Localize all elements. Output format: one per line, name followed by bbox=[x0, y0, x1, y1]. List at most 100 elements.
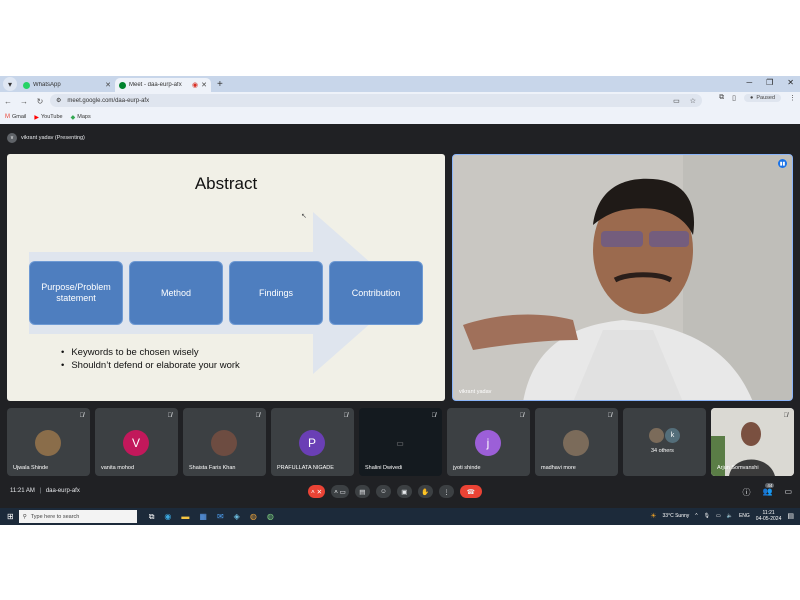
volume-icon: 🔈 bbox=[726, 513, 733, 519]
chrome-icon[interactable]: ◍ bbox=[250, 512, 257, 522]
profile-status: Paused bbox=[756, 95, 775, 101]
mic-off-icon: 🎙̸ bbox=[607, 413, 613, 419]
participant-tile[interactable]: 🎙̸ P PRAFULLATA NIGADE bbox=[271, 408, 354, 476]
more-vert-icon: ⋮ bbox=[443, 488, 450, 496]
language-indicator[interactable]: ENG bbox=[739, 513, 750, 519]
leave-call-button[interactable]: ☎ bbox=[459, 485, 482, 498]
participant-name: Shalini Dwivedi bbox=[365, 465, 403, 471]
tab-search-icon[interactable]: ▾ bbox=[3, 77, 17, 91]
back-icon[interactable]: ← bbox=[0, 97, 16, 106]
participant-tile-others[interactable]: k 34 others bbox=[623, 408, 706, 476]
bookmark-star-icon[interactable]: ☆ bbox=[690, 97, 696, 105]
participant-tile[interactable]: 🎙̸ madhavi more bbox=[535, 408, 618, 476]
call-controls: ˄ ✕ ˄ ▭ ▤ ☺ ▣ ✋ ⋮ ☎ bbox=[308, 485, 482, 498]
participant-name: jyoti shinde bbox=[453, 465, 481, 471]
bookmark-gmail[interactable]: M Gmail bbox=[5, 114, 26, 120]
close-window-icon[interactable]: ✕ bbox=[787, 78, 794, 87]
app-icon[interactable]: ◈ bbox=[234, 512, 240, 522]
video-icon: ▭ bbox=[396, 438, 404, 448]
store-icon[interactable]: ▦ bbox=[199, 512, 207, 522]
whatsapp-icon bbox=[23, 81, 30, 89]
window-controls: ─ ❐ ✕ bbox=[746, 78, 794, 87]
people-icon[interactable]: 👥 44 bbox=[762, 483, 775, 498]
more-options-button[interactable]: ⋮ bbox=[438, 485, 454, 498]
close-icon[interactable]: ✕ bbox=[105, 81, 111, 89]
chat-icon[interactable]: ▭ bbox=[784, 487, 792, 498]
system-tray: ☀ 33°C Sunny ^ 🎙 ▭ 🔈 ENG 11:21 04-05-202… bbox=[650, 510, 794, 522]
profile-button[interactable]: ● Paused bbox=[744, 94, 781, 102]
notification-icon[interactable]: ▤ bbox=[787, 512, 794, 520]
task-view-icon[interactable]: ⧉ bbox=[149, 512, 155, 522]
forward-icon[interactable]: → bbox=[16, 97, 32, 106]
participant-tile[interactable]: 🎙̸ Arjun Somvanshi bbox=[711, 408, 794, 476]
participant-tile[interactable]: 🎙̸ Shaista Faris Khan bbox=[183, 408, 266, 476]
camera-icon[interactable]: ▭ bbox=[673, 97, 680, 105]
browser-toolbar: ← → ↻ ⚙ meet.google.com/daa-eurp-afx ▭ ☆… bbox=[0, 92, 800, 110]
slide-box-purpose: Purpose/Problem statement bbox=[29, 261, 123, 325]
reload-icon[interactable]: ↻ bbox=[32, 97, 48, 106]
weather-text[interactable]: 33°C Sunny bbox=[663, 513, 690, 519]
participant-tile[interactable]: 🎙̸ j jyoti shinde bbox=[447, 408, 530, 476]
participant-tile[interactable]: 🎙̸ ▭ Shalini Dwivedi bbox=[359, 408, 442, 476]
mic-icon: 🎙 bbox=[703, 513, 710, 519]
presented-slide[interactable]: Abstract Purpose/Problem statement Metho… bbox=[7, 154, 445, 401]
bookmarks-bar: M Gmail ▶ YouTube ◆ Maps bbox=[0, 110, 800, 124]
minimize-icon[interactable]: ─ bbox=[746, 78, 752, 87]
camera-button[interactable]: ˄ ▭ bbox=[331, 485, 349, 498]
present-icon: ▣ bbox=[401, 488, 408, 496]
address-bar[interactable]: ⚙ meet.google.com/daa-eurp-afx ▭ ☆ bbox=[50, 94, 702, 107]
tray-chevron-icon[interactable]: ^ bbox=[695, 513, 697, 519]
new-tab-icon[interactable]: + bbox=[217, 79, 223, 90]
bookmark-maps[interactable]: ◆ Maps bbox=[71, 114, 91, 121]
microphone-button[interactable]: ˄ ✕ bbox=[308, 485, 326, 498]
avatar: v bbox=[7, 133, 17, 143]
speaker-video[interactable]: ▮▮ vikrant yadav bbox=[452, 154, 793, 401]
speaking-indicator-icon: ▮▮ bbox=[778, 159, 787, 168]
tab-whatsapp[interactable]: WhatsApp ✕ bbox=[19, 78, 115, 92]
browser-tab-bar: ▾ WhatsApp ✕ Meet - daa-eurp-afx ◉ ✕ + ─… bbox=[0, 76, 800, 92]
speaker-name: vikrant yadav bbox=[459, 389, 492, 395]
captions-button[interactable]: ▤ bbox=[354, 485, 370, 498]
edge-icon[interactable]: ◉ bbox=[164, 512, 171, 522]
taskbar-search[interactable]: ⚲ Type here to search bbox=[18, 510, 137, 523]
meet-icon bbox=[119, 81, 126, 89]
avatar: P bbox=[299, 430, 325, 456]
mic-off-icon: 🎙̸ bbox=[255, 413, 261, 419]
tab-meet[interactable]: Meet - daa-eurp-afx ◉ ✕ bbox=[115, 78, 211, 92]
participant-name: 34 others bbox=[651, 448, 674, 454]
bookmark-youtube[interactable]: ▶ YouTube bbox=[34, 114, 62, 121]
restore-icon[interactable]: ❐ bbox=[766, 78, 773, 87]
participant-name: Ujwala Shinde bbox=[13, 465, 49, 471]
participant-name: madhavi more bbox=[541, 465, 576, 471]
bookmark-label: YouTube bbox=[41, 114, 63, 120]
sidebar-icon[interactable]: ▯ bbox=[732, 94, 736, 102]
mail-icon[interactable]: ✉ bbox=[217, 512, 224, 522]
site-info-icon[interactable]: ⚙ bbox=[56, 97, 61, 104]
toolbar-right: ⧉ ▯ ● Paused ⋮ bbox=[719, 94, 796, 102]
present-button[interactable]: ▣ bbox=[396, 485, 412, 498]
tab-title: Meet - daa-eurp-afx bbox=[129, 82, 182, 88]
meeting-time: 11:21 AM bbox=[10, 488, 35, 494]
windows-start-icon[interactable]: ⊞ bbox=[7, 512, 14, 521]
file-explorer-icon[interactable]: ▬ bbox=[181, 512, 189, 522]
raise-hand-button[interactable]: ✋ bbox=[417, 485, 433, 498]
chrome-active-icon[interactable]: ◍ bbox=[267, 512, 274, 522]
extensions-icon[interactable]: ⧉ bbox=[719, 94, 724, 102]
clock[interactable]: 11:21 04-05-2024 bbox=[756, 510, 782, 522]
avatar: V bbox=[123, 430, 149, 456]
reactions-button[interactable]: ☺ bbox=[375, 485, 391, 498]
taskbar-apps: ⧉ ◉ ▬ ▦ ✉ ◈ ◍ ◍ bbox=[149, 512, 274, 522]
mic-off-icon: 🎙̸ bbox=[431, 413, 437, 419]
mic-off-icon: 🎙̸ bbox=[783, 413, 789, 419]
speaker-silhouette bbox=[453, 155, 792, 400]
participant-tile[interactable]: 🎙̸ V vanita mohod bbox=[95, 408, 178, 476]
meet-control-bar: 11:21 AM | daa-eurp-afx ˄ ✕ ˄ ▭ ▤ ☺ ▣ ✋ … bbox=[0, 482, 800, 502]
bookmark-label: Gmail bbox=[12, 114, 27, 120]
windows-taskbar: ⊞ ⚲ Type here to search ⧉ ◉ ▬ ▦ ✉ ◈ ◍ ◍ … bbox=[0, 508, 800, 525]
close-icon[interactable]: ✕ bbox=[201, 81, 207, 89]
menu-icon[interactable]: ⋮ bbox=[789, 94, 796, 102]
info-icon[interactable]: ⓘ bbox=[742, 487, 750, 498]
mic-off-icon: ˄ ✕ bbox=[311, 488, 323, 496]
participant-tile[interactable]: 🎙̸ Ujwala Shinde bbox=[7, 408, 90, 476]
slide-box-method: Method bbox=[129, 261, 223, 325]
